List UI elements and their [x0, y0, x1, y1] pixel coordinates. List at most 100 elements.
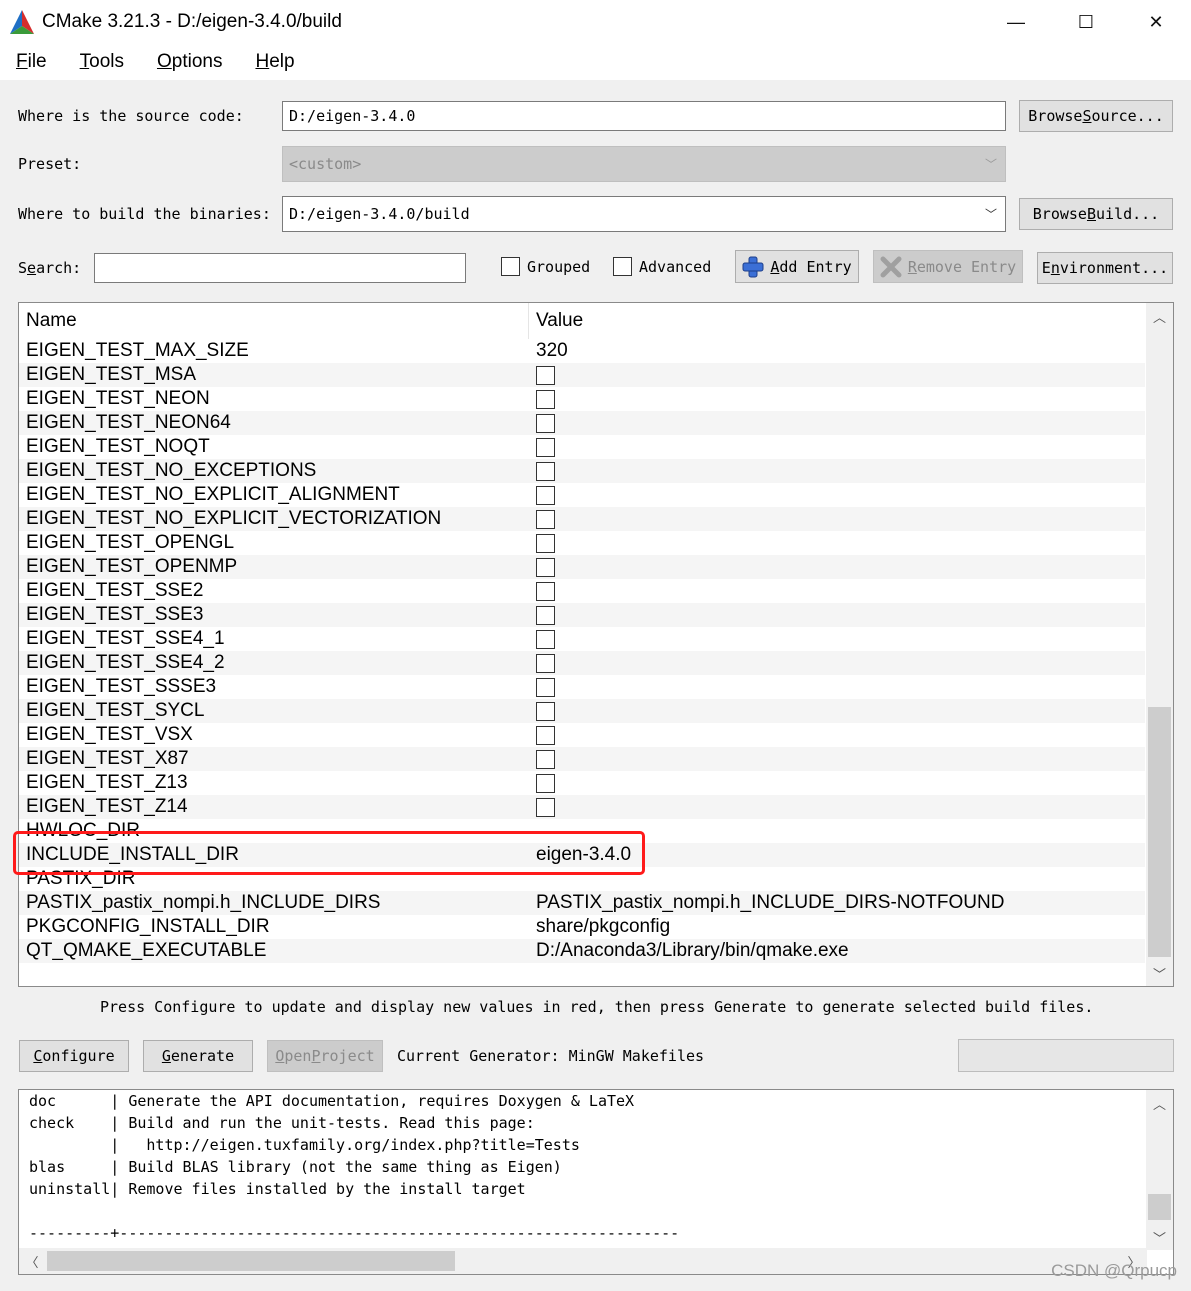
- row-checkbox[interactable]: [536, 485, 555, 505]
- log-horizontal-scrollbar[interactable]: 〈 〉: [19, 1248, 1147, 1274]
- menu-file[interactable]: File: [16, 51, 47, 73]
- table-row[interactable]: EIGEN_TEST_SYCL: [19, 699, 1145, 723]
- scrollbar-thumb[interactable]: [1148, 707, 1171, 957]
- row-value[interactable]: share/pkgconfig: [529, 916, 670, 938]
- search-input[interactable]: [94, 253, 466, 283]
- table-row[interactable]: EIGEN_TEST_NEON64: [19, 411, 1145, 435]
- row-checkbox[interactable]: [536, 677, 555, 697]
- row-value[interactable]: [529, 485, 555, 505]
- table-row[interactable]: PASTIX_pastix_nompi.h_INCLUDE_DIRS PASTIX…: [19, 891, 1145, 915]
- row-value[interactable]: [529, 533, 555, 553]
- table-row[interactable]: EIGEN_TEST_Z13: [19, 771, 1145, 795]
- build-combo[interactable]: D:/eigen-3.4.0/build ﹀: [282, 196, 1006, 232]
- row-value[interactable]: [529, 701, 555, 721]
- row-checkbox[interactable]: [536, 629, 555, 649]
- row-value[interactable]: [529, 653, 555, 673]
- table-row[interactable]: EIGEN_TEST_SSSE3: [19, 675, 1145, 699]
- row-checkbox[interactable]: [536, 581, 555, 601]
- row-value[interactable]: [529, 581, 555, 601]
- remove-entry-button[interactable]: Remove Entry: [873, 250, 1023, 283]
- row-checkbox[interactable]: [536, 797, 555, 817]
- environment-button[interactable]: En vironment...: [1037, 252, 1173, 284]
- menu-options[interactable]: Options: [157, 51, 222, 73]
- menu-tools[interactable]: Tools: [80, 51, 124, 73]
- row-value[interactable]: [529, 365, 555, 385]
- row-checkbox[interactable]: [536, 701, 555, 721]
- table-row[interactable]: PKGCONFIG_INSTALL_DIR share/pkgconfig: [19, 915, 1145, 939]
- row-value[interactable]: [529, 797, 555, 817]
- table-row[interactable]: EIGEN_TEST_Z14: [19, 795, 1145, 819]
- row-value[interactable]: [529, 725, 555, 745]
- row-checkbox[interactable]: [536, 365, 555, 385]
- row-checkbox[interactable]: [536, 437, 555, 457]
- row-value[interactable]: [529, 773, 555, 793]
- row-value[interactable]: [529, 557, 555, 577]
- row-checkbox[interactable]: [536, 509, 555, 529]
- scroll-down-icon[interactable]: ﹀: [1146, 960, 1173, 986]
- log-scroll-left-icon[interactable]: 〈: [19, 1248, 45, 1274]
- table-row[interactable]: EIGEN_TEST_NO_EXCEPTIONS: [19, 459, 1145, 483]
- log-hscroll-thumb[interactable]: [47, 1251, 455, 1271]
- configure-button[interactable]: Configure: [19, 1040, 129, 1072]
- table-row[interactable]: EIGEN_TEST_OPENMP: [19, 555, 1145, 579]
- row-value[interactable]: PASTIX_pastix_nompi.h_INCLUDE_DIRS-NOTFO…: [529, 892, 1004, 914]
- table-row[interactable]: EIGEN_TEST_MAX_SIZE 320: [19, 339, 1145, 363]
- grouped-checkbox[interactable]: Grouped: [501, 257, 590, 276]
- row-checkbox[interactable]: [536, 725, 555, 745]
- row-checkbox[interactable]: [536, 557, 555, 577]
- table-row[interactable]: EIGEN_TEST_NO_EXPLICIT_VECTORIZATION: [19, 507, 1145, 531]
- minimize-button[interactable]: —: [981, 0, 1051, 44]
- row-value[interactable]: [529, 461, 555, 481]
- row-value[interactable]: D:/Anaconda3/Library/bin/qmake.exe: [529, 940, 849, 962]
- column-header-value[interactable]: Value: [529, 310, 583, 332]
- log-scrollbar-thumb[interactable]: [1148, 1194, 1171, 1220]
- row-value[interactable]: [529, 389, 555, 409]
- row-value[interactable]: [529, 749, 555, 769]
- table-row[interactable]: EIGEN_TEST_SSE4_2: [19, 651, 1145, 675]
- row-checkbox[interactable]: [536, 533, 555, 553]
- open-project-button[interactable]: Open Project: [267, 1040, 383, 1072]
- source-input[interactable]: D:/eigen-3.4.0: [282, 101, 1006, 131]
- row-value[interactable]: [529, 509, 555, 529]
- table-row[interactable]: EIGEN_TEST_X87: [19, 747, 1145, 771]
- row-checkbox[interactable]: [536, 653, 555, 673]
- row-value[interactable]: [529, 605, 555, 625]
- row-checkbox[interactable]: [536, 389, 555, 409]
- table-row[interactable]: EIGEN_TEST_SSE2: [19, 579, 1145, 603]
- advanced-checkbox-box[interactable]: [613, 257, 632, 276]
- table-row[interactable]: EIGEN_TEST_SSE4_1: [19, 627, 1145, 651]
- browse-source-button[interactable]: Browse Source...: [1019, 100, 1173, 132]
- table-row[interactable]: EIGEN_TEST_SSE3: [19, 603, 1145, 627]
- row-checkbox[interactable]: [536, 413, 555, 433]
- row-checkbox[interactable]: [536, 605, 555, 625]
- grouped-checkbox-box[interactable]: [501, 257, 520, 276]
- generate-button[interactable]: Generate: [143, 1040, 253, 1072]
- browse-build-button[interactable]: Browse Build...: [1019, 198, 1173, 230]
- row-value[interactable]: [529, 629, 555, 649]
- table-vertical-scrollbar[interactable]: ︿ ﹀: [1146, 303, 1173, 986]
- log-scroll-down-icon[interactable]: ﹀: [1146, 1224, 1173, 1250]
- log-vertical-scrollbar[interactable]: ︿ ﹀: [1146, 1090, 1173, 1250]
- row-checkbox[interactable]: [536, 749, 555, 769]
- table-row[interactable]: EIGEN_TEST_OPENGL: [19, 531, 1145, 555]
- row-value[interactable]: 320: [529, 340, 568, 362]
- row-value[interactable]: [529, 437, 555, 457]
- table-row[interactable]: EIGEN_TEST_MSA: [19, 363, 1145, 387]
- row-value[interactable]: [529, 413, 555, 433]
- maximize-button[interactable]: ☐: [1051, 0, 1121, 44]
- menu-help[interactable]: Help: [255, 51, 294, 73]
- row-value[interactable]: [529, 677, 555, 697]
- row-checkbox[interactable]: [536, 461, 555, 481]
- table-row[interactable]: EIGEN_TEST_VSX: [19, 723, 1145, 747]
- table-row[interactable]: EIGEN_TEST_NOQT: [19, 435, 1145, 459]
- preset-combo[interactable]: <custom> ﹀: [282, 146, 1006, 182]
- table-row[interactable]: QT_QMAKE_EXECUTABLE D:/Anaconda3/Library/…: [19, 939, 1145, 963]
- table-row[interactable]: EIGEN_TEST_NO_EXPLICIT_ALIGNMENT: [19, 483, 1145, 507]
- add-entry-button[interactable]: Add Entry: [735, 250, 859, 283]
- column-header-name[interactable]: Name: [19, 303, 529, 339]
- row-checkbox[interactable]: [536, 773, 555, 793]
- table-row[interactable]: EIGEN_TEST_NEON: [19, 387, 1145, 411]
- scroll-up-icon[interactable]: ︿: [1146, 303, 1173, 329]
- advanced-checkbox[interactable]: Advanced: [613, 257, 711, 276]
- close-button[interactable]: ✕: [1121, 0, 1191, 44]
